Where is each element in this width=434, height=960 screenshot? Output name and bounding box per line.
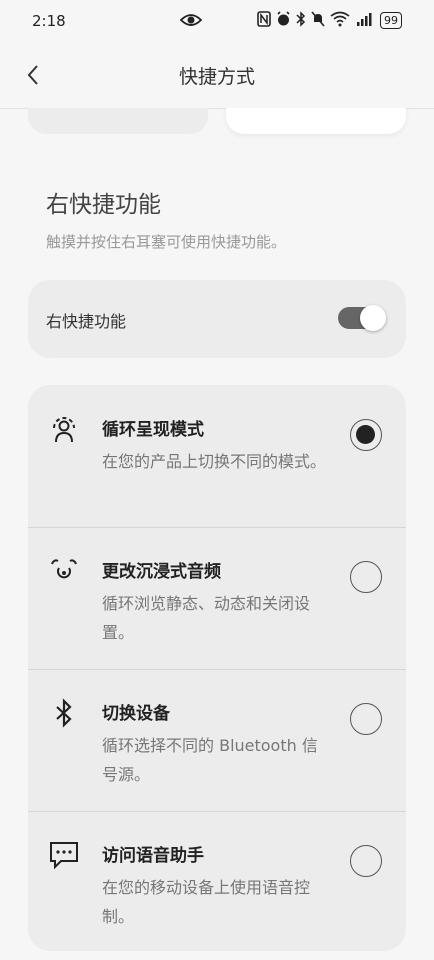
scroll-area[interactable]: 右快捷功能 触摸并按住右耳塞可使用快捷功能。 右快捷功能 循环呈现模式 在您的产…: [0, 108, 434, 960]
option-voice-assistant[interactable]: 访问语音助手 在您的移动设备上使用语音控制。: [28, 811, 406, 951]
option-title: 循环呈现模式: [102, 420, 204, 440]
shortcut-options-list: 循环呈现模式 在您的产品上切换不同的模式。 更改沉浸式音频 循环浏览静态、动态和…: [28, 385, 406, 951]
radio-immersive-audio[interactable]: [350, 561, 382, 593]
voice-assistant-icon: [48, 839, 80, 871]
immersive-audio-icon: [48, 555, 80, 587]
toggle-knob: [360, 305, 386, 331]
option-description: 在您的产品上切换不同的模式。: [102, 452, 327, 471]
battery-icon: 99: [380, 12, 402, 29]
eye-icon: [179, 11, 203, 29]
option-description: 循环浏览静态、动态和关闭设置。: [102, 594, 311, 642]
wifi-icon: [330, 11, 350, 30]
bluetooth-status-icon: [296, 11, 306, 30]
page-title: 快捷方式: [178, 66, 255, 88]
toggle-label: 右快捷功能: [46, 312, 127, 331]
ambient-mode-icon: [48, 413, 80, 445]
option-ambient-mode[interactable]: 循环呈现模式 在您的产品上切换不同的模式。: [28, 385, 406, 528]
signal-icon: [355, 11, 375, 30]
option-switch-device[interactable]: 切换设备 循环选择不同的 Bluetooth 信号源。: [28, 669, 406, 812]
status-icons: 99: [257, 11, 402, 30]
option-title: 访问语音助手: [102, 846, 204, 866]
radio-switch-device[interactable]: [350, 703, 382, 735]
option-description: 在您的移动设备上使用语音控制。: [102, 878, 311, 926]
right-shortcut-toggle[interactable]: [338, 305, 386, 331]
status-bar: 2:18 99: [0, 0, 434, 42]
radio-ambient-mode[interactable]: [350, 419, 382, 451]
right-shortcut-toggle-row[interactable]: 右快捷功能: [28, 280, 406, 358]
option-title: 切换设备: [102, 704, 170, 724]
status-time: 2:18: [32, 12, 66, 30]
alarm-icon: [276, 11, 291, 30]
left-shortcut-card-peek[interactable]: [28, 108, 208, 134]
option-title: 更改沉浸式音频: [102, 562, 221, 582]
bluetooth-icon: [48, 697, 80, 729]
nfc-icon: [257, 11, 271, 30]
right-shortcut-card-peek[interactable]: [226, 108, 406, 134]
section-description: 触摸并按住右耳塞可使用快捷功能。: [46, 233, 287, 251]
radio-voice-assistant[interactable]: [350, 845, 382, 877]
option-description: 循环选择不同的 Bluetooth 信号源。: [102, 736, 318, 784]
header: 快捷方式: [0, 42, 434, 109]
mute-icon: [311, 11, 325, 30]
section-title: 右快捷功能: [46, 192, 161, 218]
option-immersive-audio[interactable]: 更改沉浸式音频 循环浏览静态、动态和关闭设置。: [28, 527, 406, 670]
